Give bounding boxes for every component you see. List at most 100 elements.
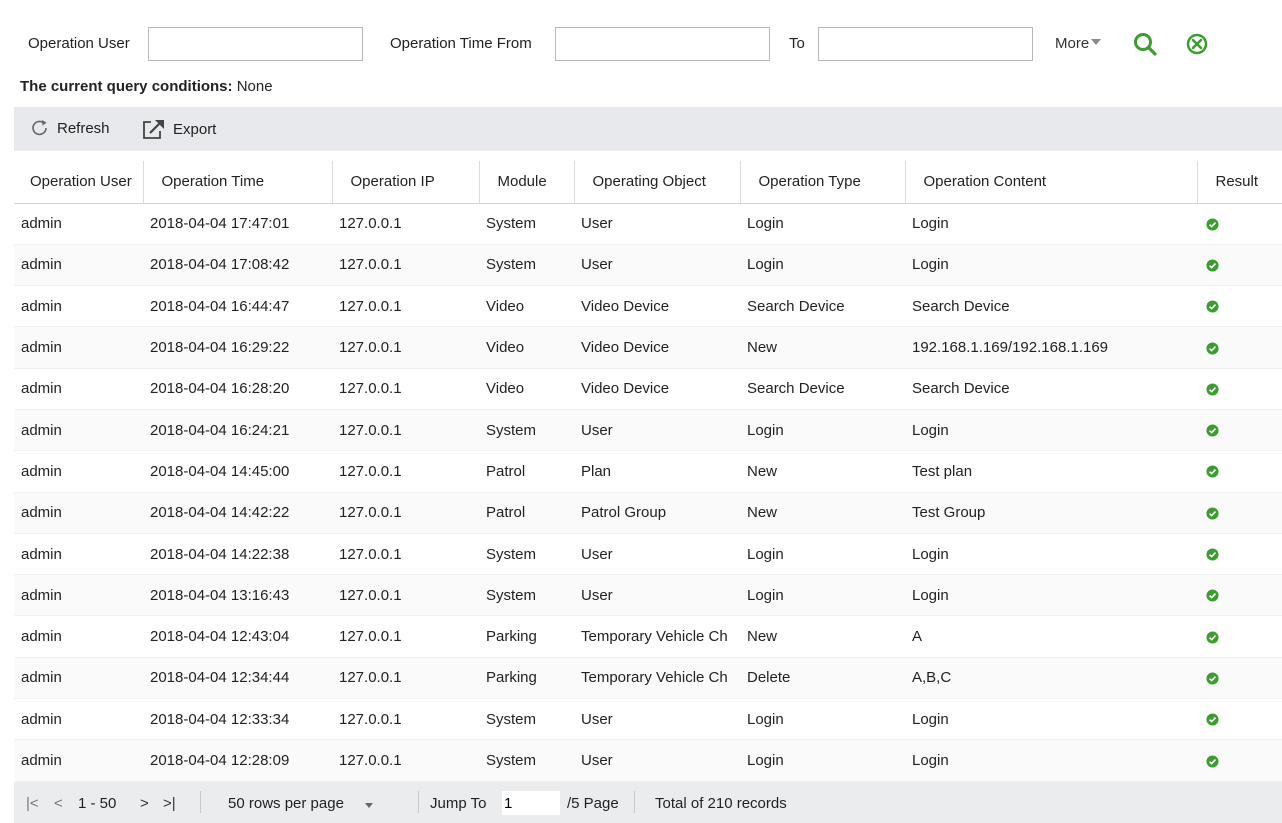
operation-content-cell: Login — [905, 409, 1197, 452]
column-header[interactable]: Operation IP — [332, 161, 480, 204]
operating-object-cell: Temporary Vehicle Ch — [574, 657, 740, 700]
operation-user-cell: admin — [14, 285, 143, 328]
check-circle-icon — [1206, 383, 1219, 396]
result-cell — [1197, 574, 1282, 617]
operation-ip-cell: 127.0.0.1 — [332, 203, 479, 245]
check-circle-icon — [1206, 300, 1219, 313]
rows-per-page-select[interactable]: 50 rows per page — [228, 795, 373, 812]
module-cell: System — [479, 244, 574, 287]
operation-content-cell: A,B,C — [905, 657, 1197, 700]
check-circle-icon — [1206, 507, 1219, 520]
module-cell: System — [479, 409, 574, 452]
operation-time-cell: 2018-04-04 17:08:42 — [143, 244, 332, 287]
operating-object-cell: Video Device — [574, 368, 740, 410]
table-row[interactable]: admin 2018-04-04 13:16:43 127.0.0.1 System U… — [14, 574, 1282, 617]
table-row[interactable]: admin 2018-04-04 12:43:04 127.0.0.1 Parking… — [14, 615, 1282, 658]
operation-ip-cell: 127.0.0.1 — [332, 615, 479, 658]
search-button[interactable] — [1131, 30, 1159, 58]
operating-object-cell: User — [574, 574, 740, 617]
module-cell: Video — [479, 285, 574, 328]
operation-ip-cell: 127.0.0.1 — [332, 533, 479, 576]
result-cell — [1197, 285, 1282, 328]
table-row[interactable]: admin 2018-04-04 17:47:01 127.0.0.1 System U… — [14, 203, 1282, 245]
operation-user-cell: admin — [14, 657, 143, 700]
operation-content-cell: Login — [905, 244, 1197, 287]
operation-type-cell: Login — [740, 574, 905, 617]
operation-user-input[interactable] — [148, 27, 363, 61]
operating-object-cell: User — [574, 533, 740, 576]
refresh-button[interactable]: Refresh — [30, 118, 110, 138]
next-page-button[interactable]: > — [140, 795, 149, 812]
query-conditions-value: None — [236, 78, 273, 95]
check-circle-icon — [1206, 465, 1219, 478]
table-row[interactable]: admin 2018-04-04 16:24:21 127.0.0.1 System U… — [14, 409, 1282, 452]
operation-type-cell: New — [740, 492, 905, 534]
column-header[interactable]: Operation Content — [905, 161, 1198, 204]
jump-to-page-input[interactable] — [502, 791, 560, 815]
table-body: admin 2018-04-04 17:47:01 127.0.0.1 System U… — [14, 203, 1282, 782]
check-circle-icon — [1206, 631, 1219, 644]
table-row[interactable]: admin 2018-04-04 14:45:00 127.0.0.1 Patrol P… — [14, 450, 1282, 493]
operation-user-cell: admin — [14, 326, 143, 369]
table-row[interactable]: admin 2018-04-04 16:44:47 127.0.0.1 Video Vi… — [14, 285, 1282, 328]
pagination-bar: |< < 1 - 50 > >| 50 rows per page Jump T… — [14, 782, 1282, 823]
jump-to-label: Jump To — [430, 795, 487, 812]
more-filters-button[interactable]: More — [1055, 35, 1102, 52]
operation-content-cell: Search Device — [905, 368, 1197, 410]
module-cell: Parking — [479, 615, 574, 658]
column-header[interactable]: Operation Time — [143, 161, 333, 204]
module-cell: System — [479, 698, 574, 741]
page-range: 1 - 50 — [78, 795, 117, 812]
check-circle-icon — [1206, 713, 1219, 726]
column-header[interactable]: Operation Type — [740, 161, 906, 204]
column-header[interactable]: Operation User — [14, 161, 144, 204]
table-row[interactable]: admin 2018-04-04 16:28:20 127.0.0.1 Video Vi… — [14, 368, 1282, 410]
operation-time-to-label: To — [789, 35, 805, 52]
first-page-button[interactable]: |< — [26, 795, 39, 812]
table-header: Operation User Operation Time Operation IP… — [14, 161, 1282, 204]
module-cell: Parking — [479, 657, 574, 700]
result-cell — [1197, 368, 1282, 410]
column-header[interactable]: Module — [479, 161, 575, 204]
module-cell: Patrol — [479, 492, 574, 534]
table-row[interactable]: admin 2018-04-04 12:28:09 127.0.0.1 System U… — [14, 739, 1282, 782]
operating-object-cell: Temporary Vehicle Ch — [574, 615, 740, 658]
table-row[interactable]: admin 2018-04-04 14:22:38 127.0.0.1 System U… — [14, 533, 1282, 576]
operation-time-cell: 2018-04-04 12:43:04 — [143, 615, 332, 658]
current-query-conditions: The current query conditions: None — [20, 78, 273, 95]
operating-object-cell: User — [574, 203, 740, 245]
result-cell — [1197, 244, 1282, 287]
module-cell: System — [479, 203, 574, 245]
export-button[interactable]: Export — [142, 118, 216, 140]
table-row[interactable]: admin 2018-04-04 12:34:44 127.0.0.1 Parking… — [14, 657, 1282, 700]
table-row[interactable]: admin 2018-04-04 12:33:34 127.0.0.1 System U… — [14, 698, 1282, 741]
clear-button[interactable] — [1183, 30, 1211, 58]
operation-content-cell: Login — [905, 698, 1197, 741]
operation-type-cell: Login — [740, 698, 905, 741]
table-row[interactable]: admin 2018-04-04 16:29:22 127.0.0.1 Video Vi… — [14, 326, 1282, 369]
export-icon — [143, 120, 164, 139]
operation-user-cell: admin — [14, 450, 143, 493]
operation-content-cell: Test plan — [905, 450, 1197, 493]
operation-ip-cell: 127.0.0.1 — [332, 368, 479, 410]
operating-object-cell: User — [574, 409, 740, 452]
operation-time-from-input[interactable] — [555, 27, 770, 61]
column-header[interactable]: Operating Object — [574, 161, 741, 204]
prev-page-button[interactable]: < — [54, 795, 63, 812]
clear-circle-icon — [1186, 33, 1208, 55]
table-row[interactable]: admin 2018-04-04 14:42:22 127.0.0.1 Patrol P… — [14, 492, 1282, 534]
result-cell — [1197, 203, 1282, 245]
operation-ip-cell: 127.0.0.1 — [332, 450, 479, 493]
operation-time-cell: 2018-04-04 12:33:34 — [143, 698, 332, 741]
result-cell — [1197, 533, 1282, 576]
column-header[interactable]: Result — [1197, 161, 1282, 204]
query-conditions-label: The current query conditions: — [20, 78, 233, 95]
operation-time-cell: 2018-04-04 12:34:44 — [143, 657, 332, 700]
operation-time-to-input[interactable] — [818, 27, 1033, 61]
operating-object-cell: Video Device — [574, 285, 740, 328]
caret-down-icon — [364, 803, 373, 808]
result-cell — [1197, 615, 1282, 658]
last-page-button[interactable]: >| — [163, 795, 176, 812]
table-row[interactable]: admin 2018-04-04 17:08:42 127.0.0.1 System U… — [14, 244, 1282, 287]
operating-object-cell: Patrol Group — [574, 492, 740, 534]
